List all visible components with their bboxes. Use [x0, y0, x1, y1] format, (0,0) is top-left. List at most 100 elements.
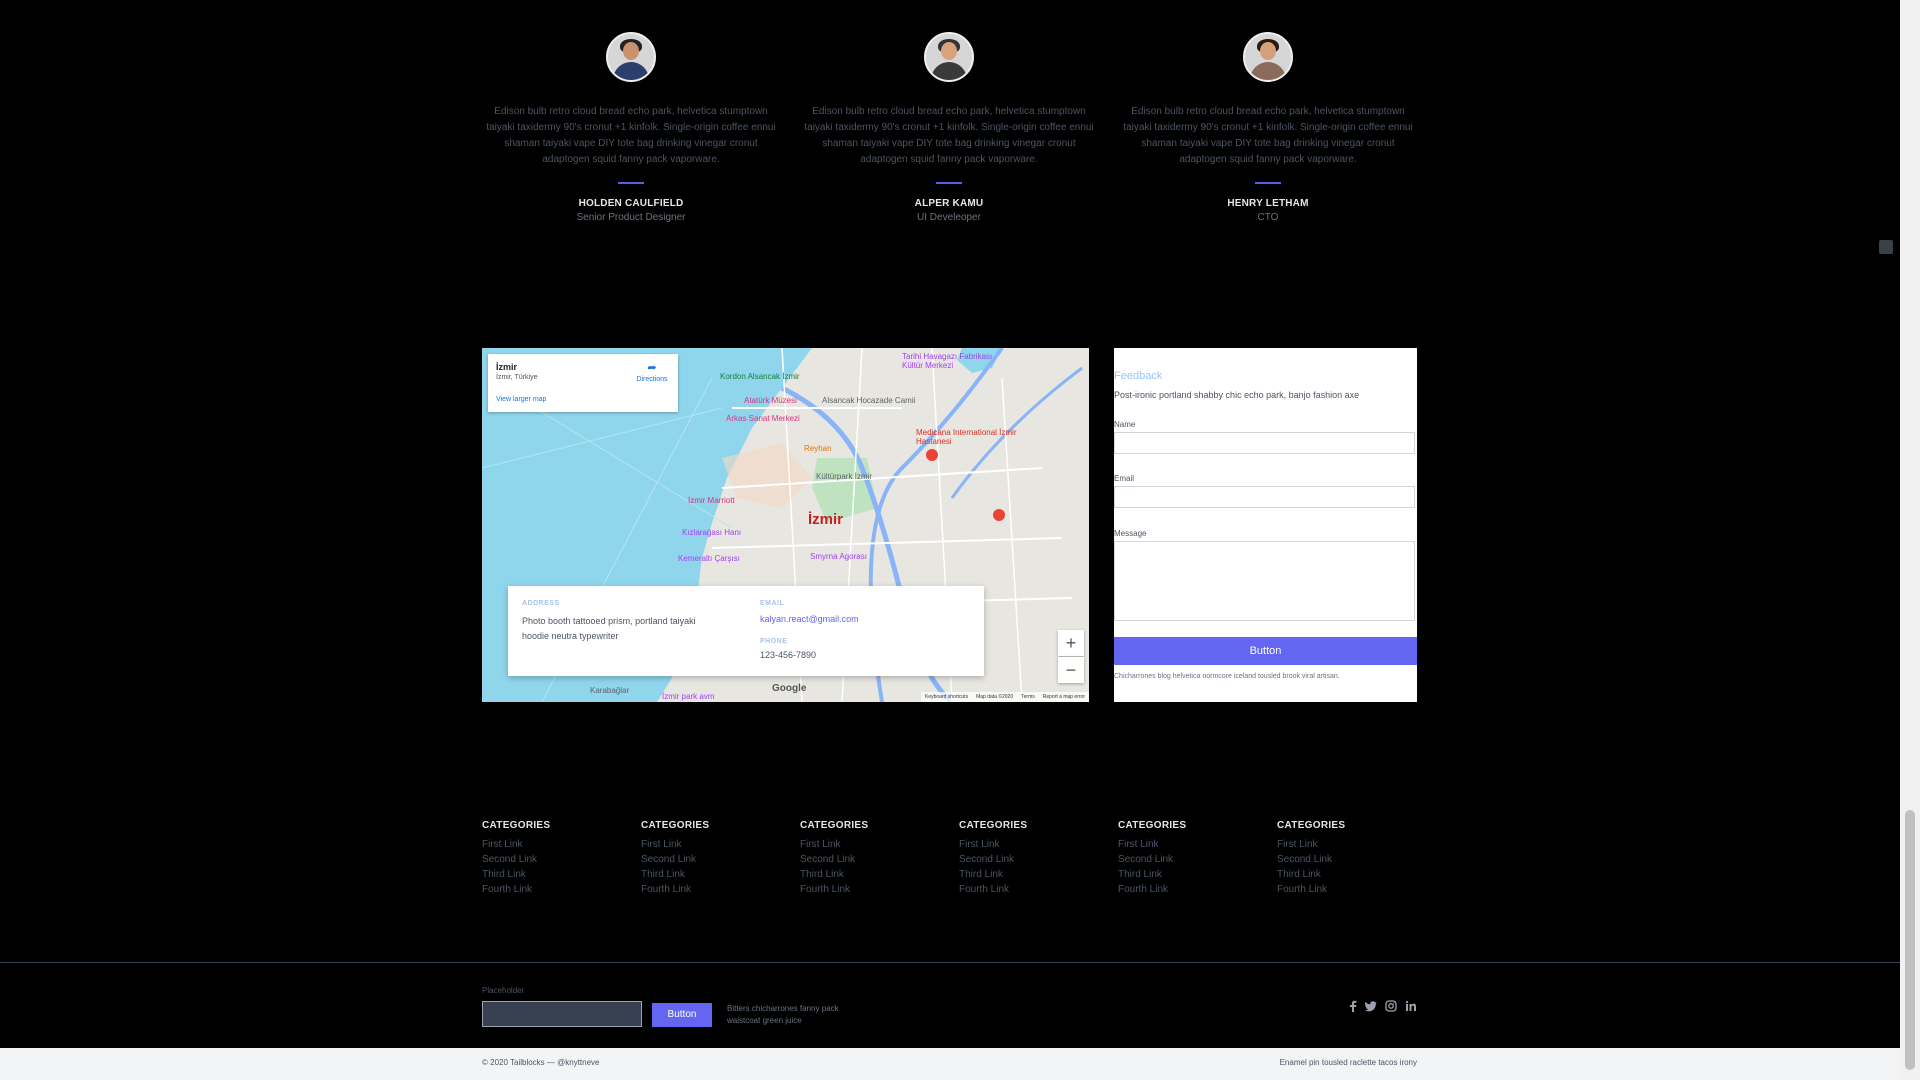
footer-link[interactable]: First Link — [959, 839, 1099, 850]
feedback-form: Feedback Post-ironic portland shabby chi… — [1114, 348, 1417, 702]
report-map-error-link[interactable]: Report a map error — [1043, 692, 1085, 702]
footer-link[interactable]: Third Link — [482, 869, 622, 880]
copyright-text: © 2020 Tailblocks — @knyttneve — [482, 1058, 600, 1067]
keyboard-shortcuts-link[interactable]: Keyboard shortcuts — [925, 692, 968, 702]
footer-link[interactable]: Second Link — [959, 854, 1099, 865]
footer-link[interactable]: First Link — [1118, 839, 1258, 850]
zoom-out-button[interactable]: − — [1058, 657, 1084, 683]
map-attribution: Keyboard shortcuts Map data ©2020 Terms … — [920, 692, 1089, 702]
address-label: ADDRESS — [522, 600, 560, 607]
map-poi[interactable]: Tarihi Havagazı Fabrikası Kültür Merkezi — [902, 352, 1012, 370]
map-poi[interactable]: İzmir park avm — [662, 692, 714, 701]
directions-button[interactable]: ➦ Directions — [632, 362, 672, 383]
footer-link[interactable]: Fourth Link — [1277, 884, 1417, 895]
name-input[interactable] — [1114, 432, 1415, 454]
footer-link[interactable]: Third Link — [1118, 869, 1258, 880]
linkedin-icon[interactable] — [1405, 1000, 1417, 1015]
divider — [618, 182, 644, 184]
email-field-label: Email — [1114, 474, 1135, 483]
email-input[interactable] — [1114, 486, 1415, 508]
footer-link[interactable]: Fourth Link — [800, 884, 940, 895]
testimonial-name: HOLDEN CAULFIELD — [578, 198, 684, 209]
footer-link[interactable]: Second Link — [641, 854, 781, 865]
footer-link[interactable]: Third Link — [959, 869, 1099, 880]
footer-link[interactable]: Fourth Link — [959, 884, 1099, 895]
testimonial-role: CTO — [1257, 212, 1279, 223]
form-subtitle: Post-ironic portland shabby chic echo pa… — [1114, 390, 1360, 400]
footer-category: CATEGORIES First Link Second Link Third … — [1118, 820, 1258, 895]
testimonial-role: UI Develeoper — [917, 212, 981, 223]
footer-link[interactable]: Third Link — [1277, 869, 1417, 880]
subscribe-note: Bitters chicharrones fanny pack waistcoa… — [727, 1004, 839, 1025]
footer-category: CATEGORIES First Link Second Link Third … — [1277, 820, 1417, 895]
footer-link[interactable]: Fourth Link — [1118, 884, 1258, 895]
form-title: Feedback — [1114, 370, 1163, 382]
map-poi[interactable]: Kordon Alsancak İzmir — [720, 372, 800, 381]
form-note: Chicharrones blog helvetica normcore ice… — [1114, 673, 1340, 680]
view-larger-map-link[interactable]: View larger map — [496, 396, 546, 403]
testimonial-card: Edison bulb retro cloud bread echo park,… — [1118, 32, 1418, 223]
footer-link[interactable]: Second Link — [482, 854, 622, 865]
zoom-in-button[interactable]: + — [1058, 630, 1084, 656]
message-textarea[interactable] — [1114, 541, 1415, 621]
map-poi[interactable]: Smyrna Agorası — [810, 552, 867, 561]
footer-link[interactable]: First Link — [1277, 839, 1417, 850]
page: Edison bulb retro cloud bread echo park,… — [0, 0, 1900, 1080]
map-poi[interactable]: Arkas Sanat Merkezi — [726, 414, 800, 423]
terms-link[interactable]: Terms — [1021, 692, 1035, 702]
directions-icon: ➦ — [647, 362, 657, 374]
footer-category: CATEGORIES First Link Second Link Third … — [959, 820, 1099, 895]
footer-link[interactable]: Second Link — [800, 854, 940, 865]
footer-link[interactable]: Fourth Link — [641, 884, 781, 895]
subscribe-input[interactable] — [482, 1001, 642, 1027]
scrollbar-thumb[interactable] — [1905, 810, 1915, 1070]
google-logo: Google — [772, 683, 807, 694]
map-poi[interactable]: Reyhan — [804, 444, 832, 453]
facebook-icon[interactable] — [1348, 1000, 1358, 1015]
footer-link[interactable]: Third Link — [800, 869, 940, 880]
instagram-icon[interactable] — [1385, 1000, 1397, 1015]
subscribe-label: Placeholder — [482, 986, 525, 995]
category-title: CATEGORIES — [482, 820, 551, 831]
map-poi[interactable]: Atatürk Müzesi — [744, 396, 797, 405]
bottom-bar: © 2020 Tailblocks — @knyttneve Enamel pi… — [0, 1048, 1900, 1080]
map-poi[interactable]: Medicana International İzmir Hastanesi — [916, 428, 1026, 446]
map-place-card: İzmir İzmir, Türkiye View larger map ➦ D… — [488, 354, 678, 412]
footer-link[interactable]: Second Link — [1118, 854, 1258, 865]
floating-widget-icon[interactable] — [1879, 240, 1893, 254]
divider — [1255, 182, 1281, 184]
map-poi[interactable]: Kültürpark İzmir — [816, 472, 872, 481]
page-scrollbar[interactable] — [1900, 0, 1920, 1080]
category-title: CATEGORIES — [959, 820, 1028, 831]
phone-label: PHONE — [760, 638, 788, 645]
email-link[interactable]: kalyan.react@gmail.com — [760, 614, 859, 624]
testimonial-name: ALPER KAMU — [914, 198, 984, 209]
map-poi[interactable]: Alsancak Hocazade Camii — [822, 396, 915, 405]
contact-info-box: ADDRESS Photo booth tattooed prism, port… — [508, 586, 984, 676]
avatar — [1243, 32, 1293, 82]
footer-category: CATEGORIES First Link Second Link Third … — [482, 820, 622, 895]
twitter-icon[interactable] — [1365, 1000, 1377, 1015]
submit-button[interactable]: Button — [1114, 637, 1417, 665]
testimonial-card: Edison bulb retro cloud bread echo park,… — [481, 32, 781, 223]
category-title: CATEGORIES — [800, 820, 869, 831]
testimonial-quote: Edison bulb retro cloud bread echo park,… — [804, 106, 1094, 165]
footer-link[interactable]: Third Link — [641, 869, 781, 880]
footer-link[interactable]: Second Link — [1277, 854, 1417, 865]
map-data-label: Map data ©2020 — [976, 694, 1014, 700]
footer-link[interactable]: First Link — [800, 839, 940, 850]
address-text: Photo booth tattooed prism, portland tai… — [522, 616, 696, 641]
directions-label: Directions — [636, 376, 668, 383]
footer-link[interactable]: Fourth Link — [482, 884, 622, 895]
testimonial-card: Edison bulb retro cloud bread echo park,… — [799, 32, 1099, 223]
footer-category: CATEGORIES First Link Second Link Third … — [641, 820, 781, 895]
divider — [936, 182, 962, 184]
footer-link[interactable]: First Link — [641, 839, 781, 850]
map-poi[interactable]: Kızlarağası Hanı — [682, 528, 741, 537]
map-poi[interactable]: Kemeraltı Çarşısı — [678, 554, 740, 563]
testimonial-quote: Edison bulb retro cloud bread echo park,… — [1123, 106, 1413, 165]
map-poi[interactable]: İzmir Marriott — [688, 496, 735, 505]
subscribe-button[interactable]: Button — [652, 1003, 712, 1027]
map-poi[interactable]: Karabağlar — [590, 686, 629, 695]
footer-link[interactable]: First Link — [482, 839, 622, 850]
